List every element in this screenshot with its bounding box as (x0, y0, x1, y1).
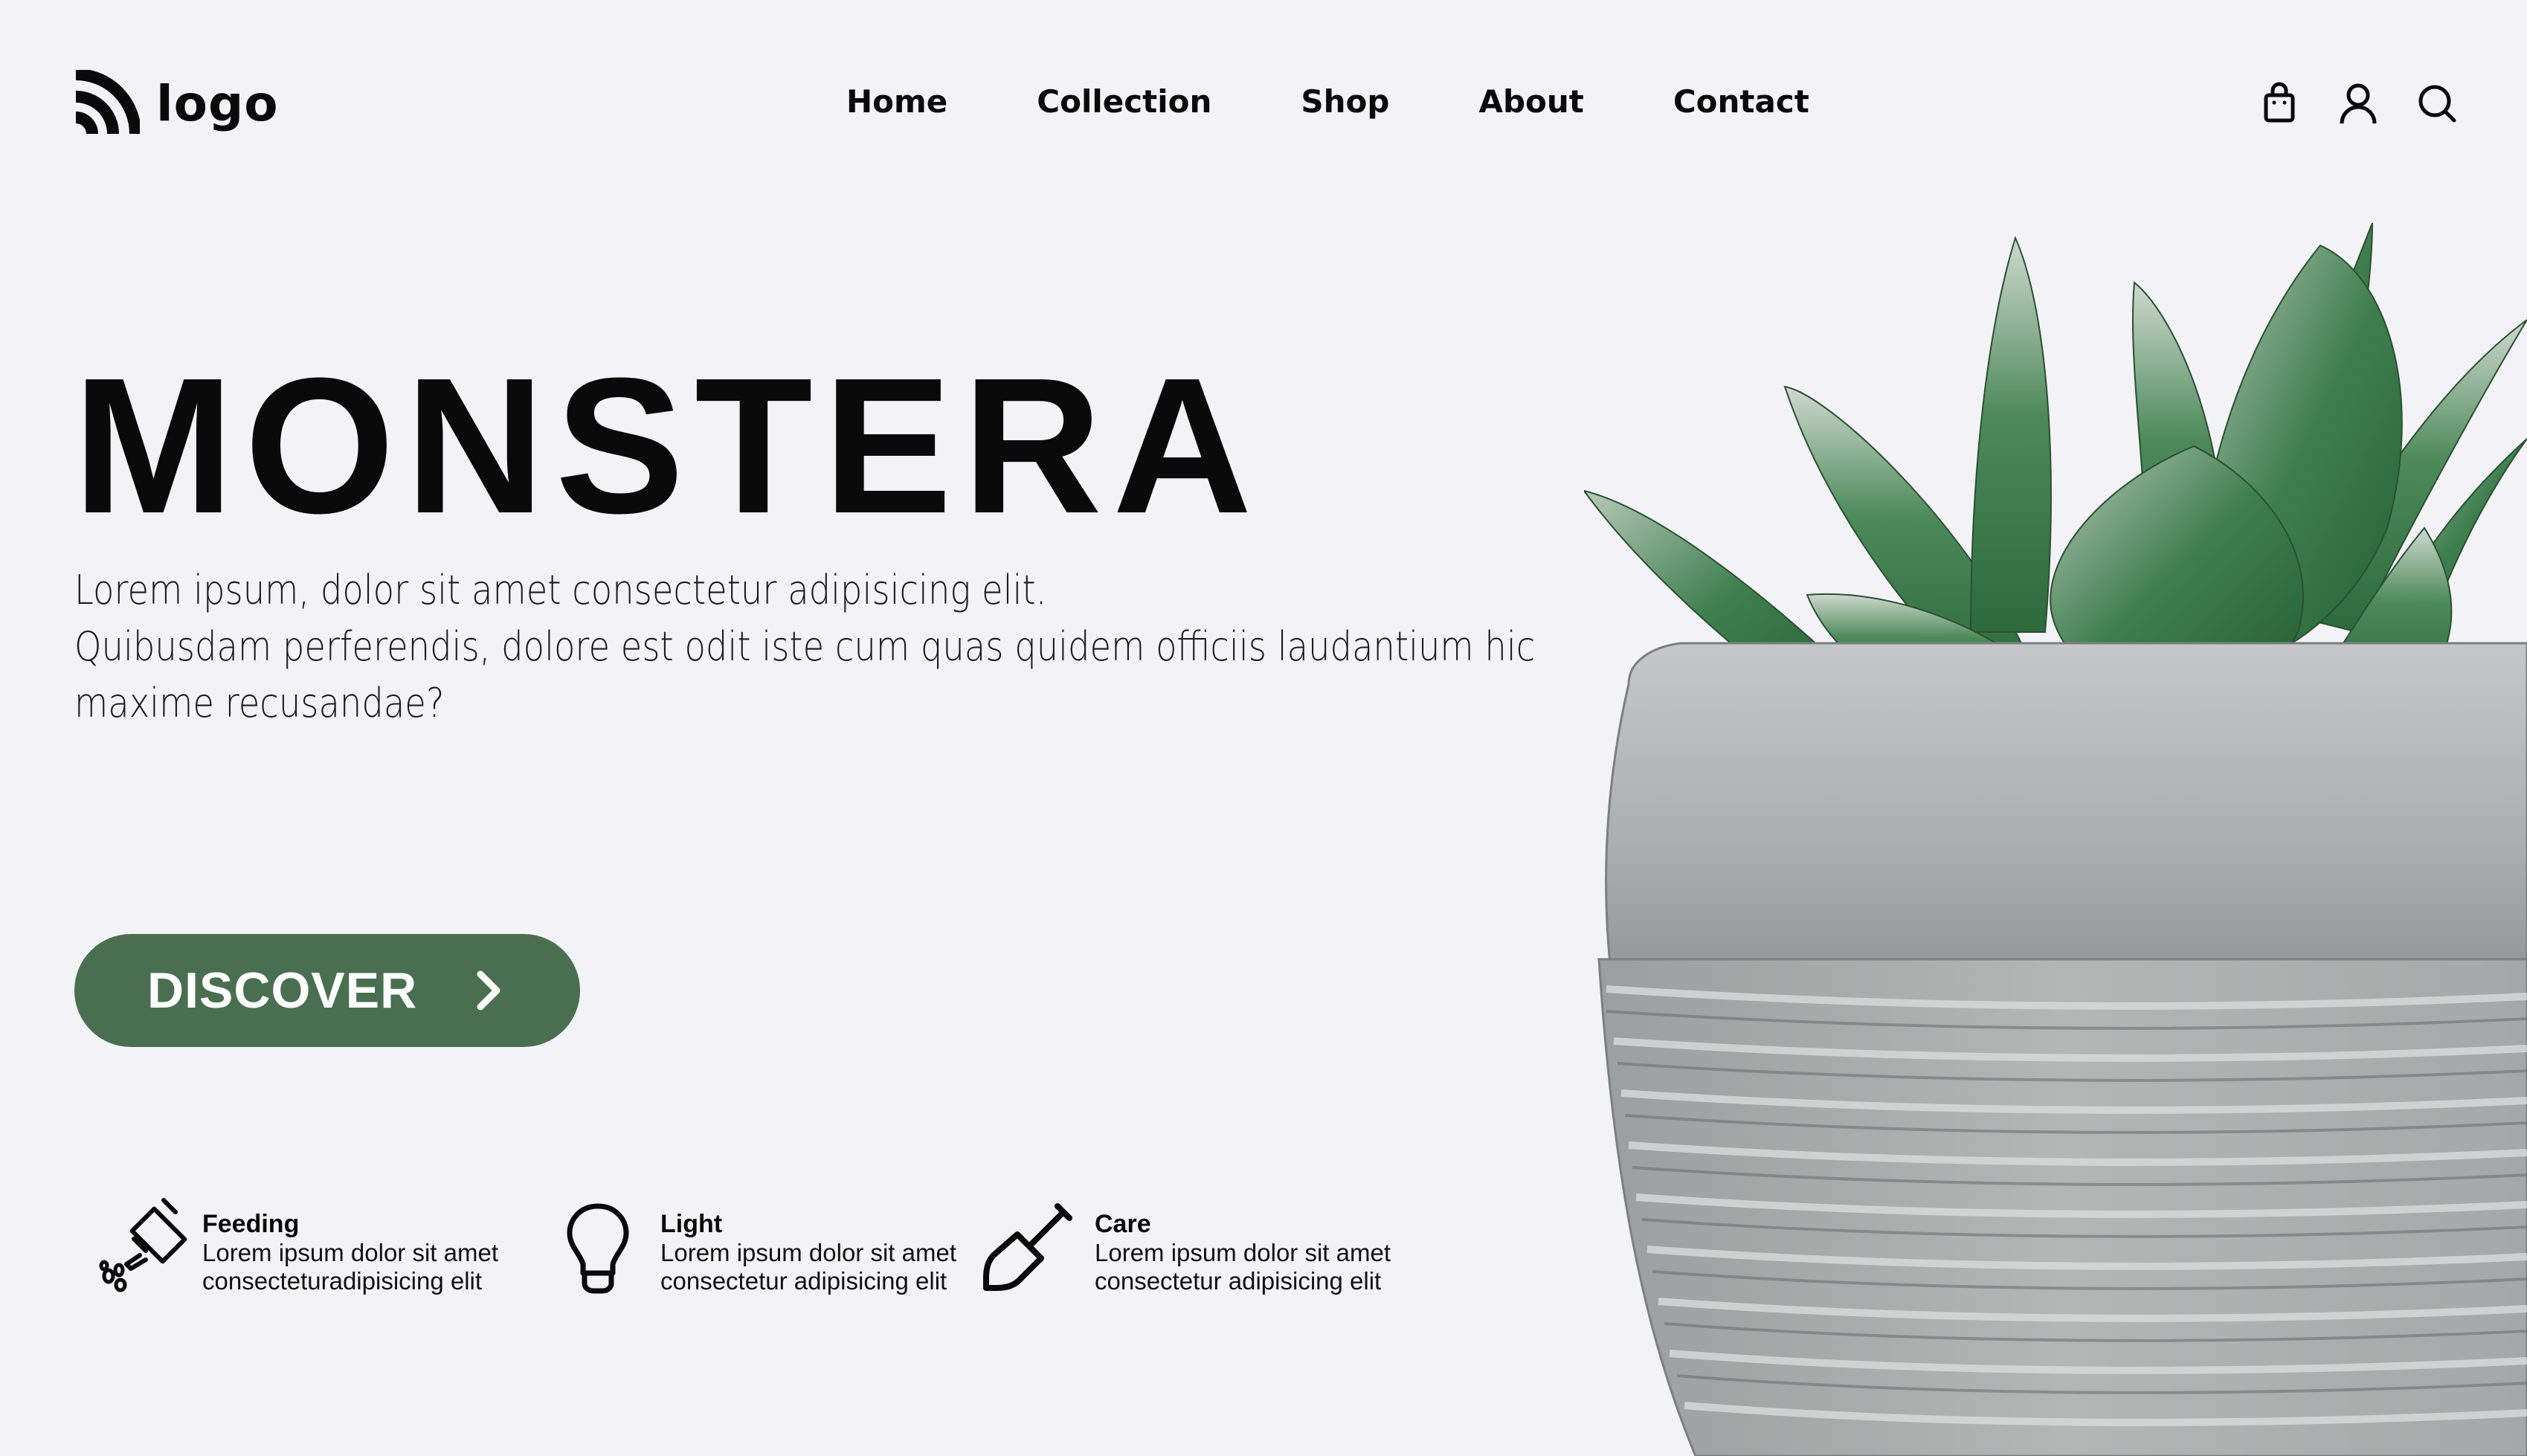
logo-text: logo (156, 75, 279, 132)
shovel-icon (983, 1203, 1072, 1291)
hero-description-line: Quibusdam perferendis, dolore est odit i… (74, 623, 1536, 670)
feature-title: Feeding (202, 1210, 300, 1238)
hero-description-line: maxime recusandae? (74, 680, 445, 727)
nav-about[interactable]: About (1478, 80, 1583, 123)
watering-can-icon (99, 1198, 187, 1292)
nav-collection[interactable]: Collection (1037, 80, 1211, 123)
nav-shop[interactable]: Shop (1301, 80, 1389, 123)
hero-description-line: Lorem ipsum, dolor sit amet consectetur … (74, 567, 1047, 613)
feature-title: Light (660, 1210, 723, 1238)
feature-feeding: Feeding Lorem ipsum dolor sit amet conse… (92, 1196, 498, 1297)
feature-description: Lorem ipsum dolor sit amet (660, 1239, 956, 1266)
search-icon[interactable] (2417, 82, 2457, 125)
feature-light: Light Lorem ipsum dolor sit amet consect… (553, 1196, 956, 1297)
succulent-pot-image (1584, 222, 2527, 1456)
shopping-bag-icon[interactable] (2259, 82, 2299, 125)
nav-contact[interactable]: Contact (1673, 80, 1809, 123)
discover-button-label: DISCOVER (147, 962, 418, 1019)
feature-description: consecteturadipisicing elit (202, 1267, 483, 1295)
user-icon[interactable] (2338, 82, 2378, 125)
hero-description: Lorem ipsum, dolor sit amet consectetur … (74, 562, 1536, 732)
chevron-right-icon (477, 970, 500, 1011)
feature-care: Care Lorem ipsum dolor sit amet consecte… (974, 1196, 1391, 1297)
main-nav: Home Collection Shop About Contact (846, 80, 1809, 123)
feature-description: consectetur adipisicing elit (1095, 1267, 1382, 1295)
discover-button[interactable]: DISCOVER (74, 934, 580, 1047)
feature-description: Lorem ipsum dolor sit amet (1095, 1239, 1391, 1266)
feature-description: Lorem ipsum dolor sit amet (202, 1239, 498, 1266)
hero-title: MONSTERA (73, 338, 1263, 554)
header-actions (2259, 82, 2457, 125)
feature-description: consectetur adipisicing elit (660, 1267, 947, 1295)
light-bulb-icon (567, 1203, 629, 1294)
feature-title: Care (1095, 1210, 1151, 1238)
nav-home[interactable]: Home (846, 80, 947, 123)
logo[interactable]: logo (71, 70, 279, 138)
rss-wave-icon (75, 70, 140, 135)
